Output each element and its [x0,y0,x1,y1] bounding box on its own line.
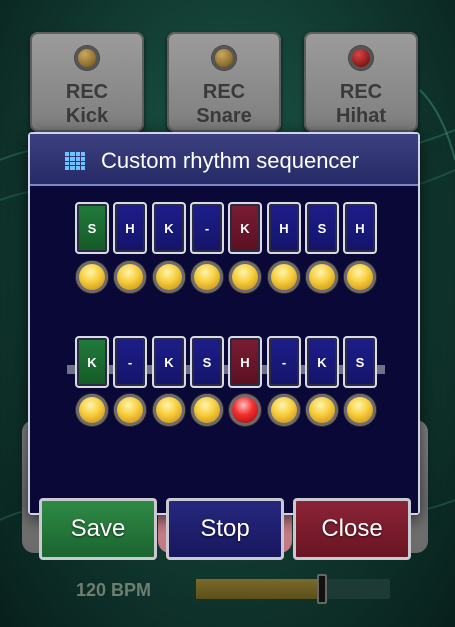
top-step-8-led-icon [344,261,376,293]
bottom-step-6-led-icon [268,394,300,426]
bottom-step-8-led-icon [344,394,376,426]
bottom-step-5-led-icon [229,394,261,426]
top-step-6-led-icon [268,261,300,293]
rhythm-sequencer-dialog: Custom rhythm sequencer SHK-KHSH K-KSH-K… [28,132,420,560]
rec-kick-button[interactable]: REC Kick [30,32,144,132]
rec-hihat-button[interactable]: REC Hihat [304,32,418,132]
rec-hihat-led-icon [349,46,373,70]
top-step-3-led-icon [153,261,185,293]
bottom-step-4[interactable]: S [190,336,224,388]
bottom-step-8[interactable]: S [343,336,377,388]
bpm-slider-fill [196,579,322,599]
top-step-6[interactable]: H [267,202,301,254]
bottom-step-2[interactable]: - [113,336,147,388]
rec-kick-led-icon [75,46,99,70]
bottom-step-2-led-icon [114,394,146,426]
bpm-slider[interactable] [196,574,390,604]
top-step-2-led-icon [114,261,146,293]
bottom-step-4-led-icon [191,394,223,426]
rec-snare-label: REC Snare [196,81,252,127]
close-button[interactable]: Close [293,498,411,560]
top-step-5-led-icon [229,261,261,293]
bottom-step-1[interactable]: K [75,336,109,388]
top-step-7-led-icon [306,261,338,293]
dialog-title-bar: Custom rhythm sequencer [30,134,418,186]
bottom-step-7-led-icon [306,394,338,426]
bottom-step-7[interactable]: K [305,336,339,388]
top-step-8[interactable]: H [343,202,377,254]
top-step-7[interactable]: S [305,202,339,254]
bpm-slider-thumb[interactable] [317,574,327,604]
top-step-3[interactable]: K [152,202,186,254]
top-step-1[interactable]: S [75,202,109,254]
bottom-step-3-led-icon [153,394,185,426]
top-step-1-led-icon [76,261,108,293]
grid-icon [65,152,85,170]
bottom-step-1-led-icon [76,394,108,426]
dialog-title: Custom rhythm sequencer [101,148,359,173]
top-step-2[interactable]: H [113,202,147,254]
rec-kick-label: REC Kick [65,81,109,127]
top-step-5[interactable]: K [228,202,262,254]
rec-hihat-label: REC Hihat [336,81,386,127]
bottom-step-3[interactable]: K [152,336,186,388]
rec-snare-button[interactable]: REC Snare [167,32,281,132]
top-step-4[interactable]: - [190,202,224,254]
bottom-step-5[interactable]: H [228,336,262,388]
bpm-label: 120 BPM [76,580,152,600]
rec-snare-led-icon [212,46,236,70]
bottom-step-6[interactable]: - [267,336,301,388]
stop-button[interactable]: Stop [166,498,284,560]
dialog-body: SHK-KHSH K-KSH-KS Save Stop Close [30,188,418,560]
save-button[interactable]: Save [39,498,157,560]
top-step-4-led-icon [191,261,223,293]
